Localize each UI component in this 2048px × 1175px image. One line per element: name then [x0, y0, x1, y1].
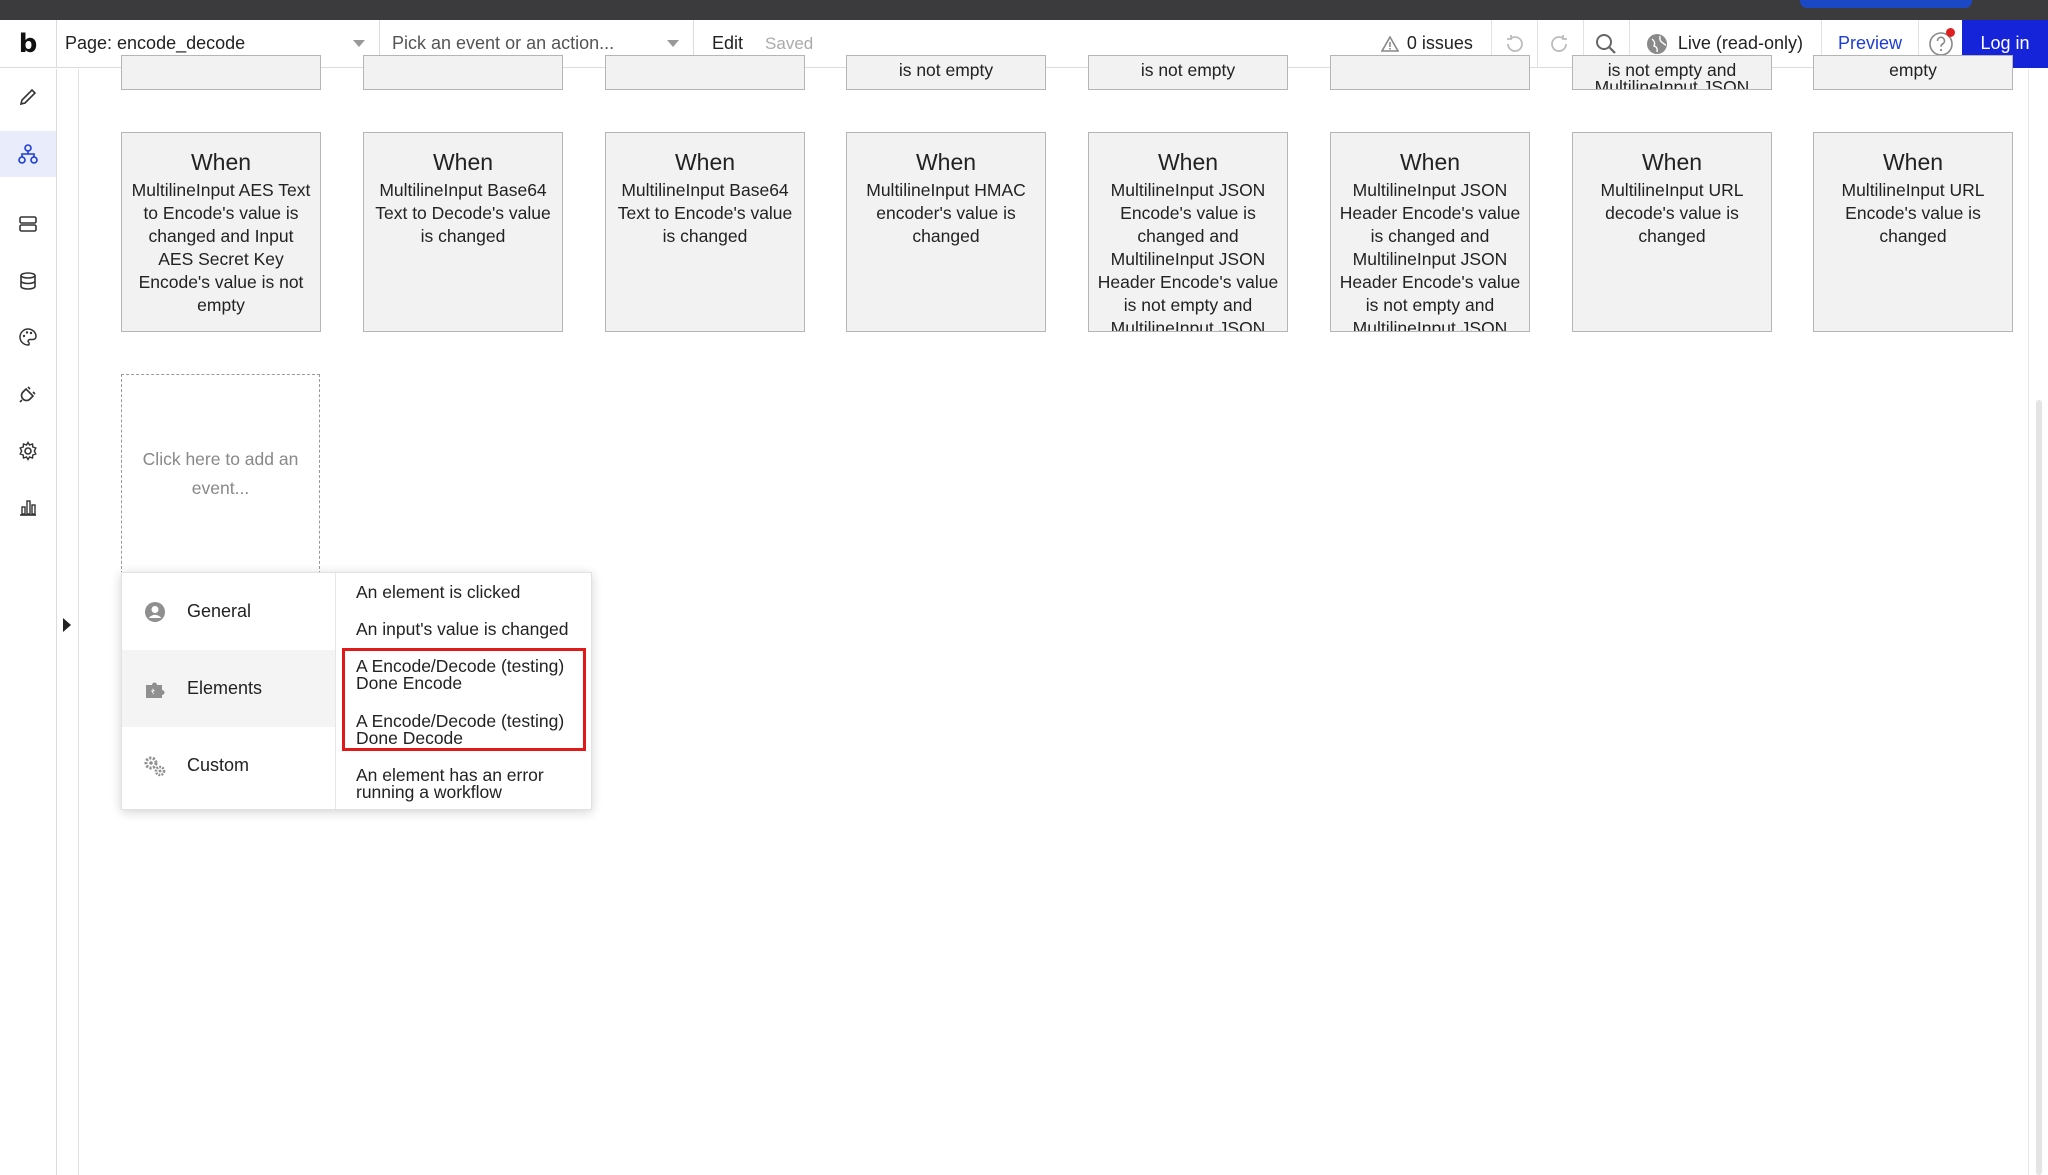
category-custom-label: Custom — [187, 755, 250, 775]
add-event-label: Click here to add an event... — [142, 449, 299, 498]
event-category-list: General Elements Custom — [122, 573, 336, 809]
database-icon — [20, 272, 36, 290]
undo-icon — [1507, 34, 1524, 52]
event-card-condition: MultilineInput URL decode's value is cha… — [1600, 180, 1744, 246]
issues-count: 0 issues — [1406, 33, 1473, 53]
category-custom[interactable]: Custom — [122, 727, 335, 804]
sidebar-expand-toggle[interactable] — [63, 618, 71, 632]
gears-icon — [143, 754, 167, 778]
event-card-condition: MultilineInput Base64 Text to Decode's v… — [375, 180, 551, 246]
chevron-down-icon — [667, 40, 679, 47]
page-selector-label: Page: encode_decode — [65, 33, 246, 53]
notification-dot — [1946, 27, 1955, 37]
event-card-when: When — [915, 149, 977, 175]
event-card-partial[interactable] — [363, 55, 563, 90]
plug-icon — [19, 386, 36, 403]
live-label: Live (read-only) — [1677, 33, 1803, 53]
chart-icon — [20, 500, 36, 516]
event-card-when: When — [190, 149, 252, 175]
event-card-when: When — [1157, 149, 1219, 175]
event-card-partial[interactable] — [605, 55, 805, 90]
puzzle-icon — [143, 677, 167, 701]
globe-icon — [1646, 33, 1667, 54]
login-label: Log in — [1980, 33, 2030, 53]
event-card-when: When — [432, 149, 494, 175]
event-card[interactable]: When MultilineInput Base64 Text to Decod… — [363, 132, 563, 332]
event-card-partial-text: is not empty — [1140, 60, 1236, 80]
option-element-error-workflow[interactable]: An element has an error running a workfl… — [336, 766, 586, 802]
event-card-partial-text: is not empty — [898, 60, 994, 80]
event-card-partial[interactable]: is not empty — [846, 55, 1046, 90]
sidebar-plugins-tab[interactable] — [0, 371, 56, 417]
edit-menu[interactable]: Edit — [712, 33, 743, 54]
user-circle-icon — [143, 600, 167, 624]
warning-icon — [1380, 35, 1399, 52]
event-card-condition: MultilineInput Base64 Text to Encode's v… — [617, 180, 793, 246]
option-input-value-changed[interactable]: An input's value is changed — [336, 619, 586, 639]
workflow-icon — [18, 144, 38, 164]
issues-indicator[interactable]: 0 issues — [1363, 33, 1491, 54]
event-card-partial[interactable] — [121, 55, 321, 90]
event-card-condition: MultilineInput HMAC encoder's value is c… — [866, 180, 1026, 246]
category-general[interactable]: General — [122, 573, 335, 650]
event-card-condition: MultilineInput JSON Header Encode's valu… — [1339, 180, 1521, 332]
event-card-partial-text: empty — [1889, 60, 1937, 80]
vertical-scrollbar-thumb[interactable] — [2036, 400, 2042, 1175]
option-label-line2: running a workflow — [356, 782, 502, 802]
gear-icon — [19, 441, 37, 461]
pencil-icon — [19, 88, 37, 106]
event-card-partial[interactable]: is not empty and MultilineInput JSON — [1572, 55, 1772, 90]
window-top-strip — [0, 0, 2048, 20]
add-event-placeholder[interactable]: Click here to add an event... — [121, 374, 320, 574]
sidebar-data-tab[interactable] — [0, 201, 56, 247]
category-elements[interactable]: Elements — [122, 650, 335, 727]
left-sidebar — [0, 69, 57, 1175]
bubble-logo[interactable]: b — [0, 19, 57, 68]
event-card[interactable]: When MultilineInput URL Encode's value i… — [1813, 132, 2013, 332]
event-card-partial[interactable]: is not empty — [1088, 55, 1288, 90]
event-card[interactable]: When MultilineInput HMAC encoder's value… — [846, 132, 1046, 332]
sidebar-workflow-tab[interactable] — [0, 131, 56, 177]
logo-text: b — [18, 28, 38, 59]
sidebar-design-tab[interactable] — [0, 74, 56, 120]
event-card-partial-text: is not empty and MultilineInput JSON — [1594, 60, 1750, 90]
event-card[interactable]: When MultilineInput AES Text to Encode's… — [121, 132, 321, 332]
search-icon — [1596, 33, 1617, 54]
event-card-condition: MultilineInput JSON Encode's value is ch… — [1097, 180, 1279, 332]
event-card[interactable]: When MultilineInput JSON Header Encode's… — [1330, 132, 1530, 332]
event-card-condition: MultilineInput URL Encode's value is cha… — [1841, 180, 1985, 246]
event-card[interactable]: When MultilineInput JSON Encode's value … — [1088, 132, 1288, 332]
palette-icon — [19, 328, 37, 346]
event-card-condition: MultilineInput AES Text to Encode's valu… — [131, 180, 311, 315]
event-card-when: When — [1882, 149, 1944, 175]
category-general-label: General — [187, 601, 252, 621]
event-card-when: When — [1641, 149, 1703, 175]
sidebar-settings-tab[interactable] — [0, 428, 56, 474]
redo-icon — [1551, 34, 1568, 52]
saved-status: Saved — [765, 33, 814, 53]
event-card-partial[interactable]: empty — [1813, 55, 2013, 90]
chevron-down-icon — [353, 40, 365, 47]
canvas-left-border — [78, 69, 79, 1175]
event-card[interactable]: When MultilineInput URL decode's value i… — [1572, 132, 1772, 332]
annotation-highlight-box — [342, 648, 586, 751]
event-card-when: When — [1399, 149, 1461, 175]
option-label: An element is clicked — [356, 582, 521, 602]
option-label: An input's value is changed — [356, 619, 569, 639]
event-card-when: When — [674, 149, 736, 175]
category-elements-label: Elements — [187, 678, 263, 698]
preview-label: Preview — [1837, 33, 1902, 53]
sidebar-database-tab[interactable] — [0, 258, 56, 304]
event-card[interactable]: When MultilineInput Base64 Text to Encod… — [605, 132, 805, 332]
sidebar-logs-tab[interactable] — [0, 484, 56, 530]
sidebar-styles-tab[interactable] — [0, 314, 56, 360]
event-action-placeholder: Pick an event or an action... — [392, 33, 615, 53]
event-card-partial[interactable] — [1330, 55, 1530, 90]
server-icon — [19, 216, 37, 232]
top-strip-button — [1800, 0, 1972, 8]
option-element-clicked[interactable]: An element is clicked — [336, 582, 586, 602]
